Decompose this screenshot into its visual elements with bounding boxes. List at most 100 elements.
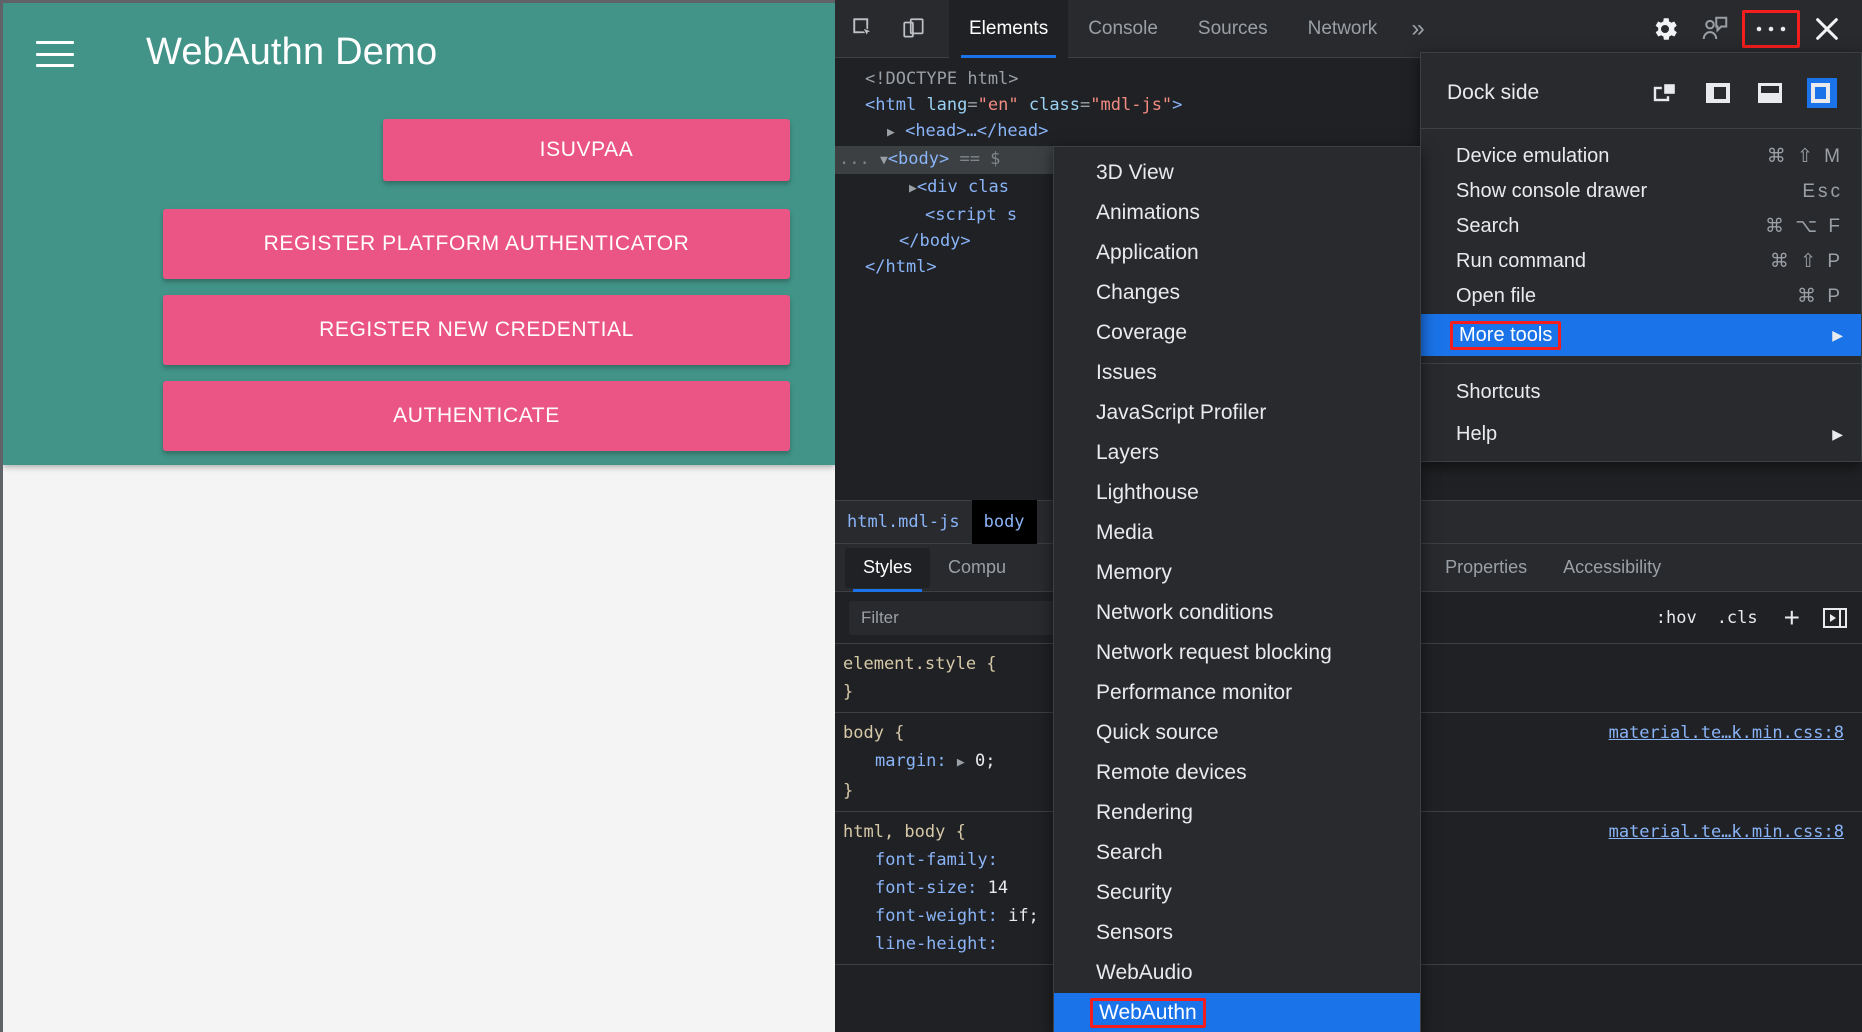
submenu-item-lighthouse[interactable]: Lighthouse [1054,473,1420,513]
lang-attr-name: lang [926,95,968,115]
class-attr-name: class [1028,95,1081,115]
submenu-item-media[interactable]: Media [1054,513,1420,553]
dock-side-options [1651,77,1843,108]
menu-item-more-tools[interactable]: More tools ▶ [1421,314,1861,356]
menu-item-shortcut: ⌘ ⇧ P [1769,251,1843,272]
submenu-item-quick-source[interactable]: Quick source [1054,713,1420,753]
dock-to-right-icon[interactable] [1807,77,1837,108]
tab-accessibility[interactable]: Accessibility [1545,548,1679,588]
submenu-item-label: Coverage [1096,321,1188,344]
submenu-item-label: WebAudio [1096,961,1193,984]
dock-to-left-icon[interactable] [1703,78,1733,108]
html-tag-close: > [1172,95,1183,115]
submenu-item-webaudio[interactable]: WebAudio [1054,953,1420,993]
submenu-item-label: Issues [1096,361,1157,384]
property-name: font-family: [875,850,998,870]
submenu-item-3d-view[interactable]: 3D View [1054,153,1420,193]
authenticate-button[interactable]: AUTHENTICATE [163,381,790,451]
menu-item-device-emulation[interactable]: Device emulation ⌘ ⇧ M [1421,139,1861,174]
show-sidebar-icon[interactable] [1822,606,1848,630]
menu-item-search[interactable]: Search ⌘ ⌥ F [1421,209,1861,244]
menu-item-shortcuts[interactable]: Shortcuts [1421,371,1861,413]
property-name: font-weight: [875,906,998,926]
submenu-item-webauthn[interactable]: WebAuthn [1054,993,1420,1032]
devtools-toolbar: Elements Console Sources Network » [835,0,1862,58]
submenu-item-label: Search [1096,841,1163,864]
submenu-item-animations[interactable]: Animations [1054,193,1420,233]
submenu-item-rendering[interactable]: Rendering [1054,793,1420,833]
expand-triangle-icon[interactable]: ▶ [887,125,895,140]
submenu-item-issues[interactable]: Issues [1054,353,1420,393]
more-tools-submenu: 3D View Animations Application Changes C… [1053,146,1421,1032]
menu-item-help[interactable]: Help ▶ [1421,413,1861,455]
submenu-item-network-conditions[interactable]: Network conditions [1054,593,1420,633]
submenu-item-javascript-profiler[interactable]: JavaScript Profiler [1054,393,1420,433]
inspect-element-icon[interactable] [843,8,885,50]
breadcrumb-item-body[interactable]: body [971,500,1037,544]
submenu-item-sensors[interactable]: Sensors [1054,913,1420,953]
menu-item-shortcut: ⌘ P [1797,286,1843,307]
submenu-item-application[interactable]: Application [1054,233,1420,273]
submenu-item-memory[interactable]: Memory [1054,553,1420,593]
submenu-item-performance-monitor[interactable]: Performance monitor [1054,673,1420,713]
submenu-item-label: Media [1096,521,1154,544]
submenu-item-coverage[interactable]: Coverage [1054,313,1420,353]
menu-item-run-command[interactable]: Run command ⌘ ⇧ P [1421,244,1861,279]
submenu-item-remote-devices[interactable]: Remote devices [1054,753,1420,793]
submenu-item-security[interactable]: Security [1054,873,1420,913]
submenu-item-network-request-blocking[interactable]: Network request blocking [1054,633,1420,673]
hamburger-menu-icon[interactable] [36,41,74,67]
style-source-link[interactable]: material.te…k.min.css:8 [1609,719,1844,747]
page-title: WebAuthn Demo [146,31,438,73]
submenu-item-label: Performance monitor [1096,681,1293,704]
menu-item-show-console-drawer[interactable]: Show console drawer Esc [1421,174,1861,209]
tab-computed[interactable]: Compu [930,548,1024,588]
register-new-credential-button[interactable]: REGISTER NEW CREDENTIAL [163,295,790,365]
collapse-triangle-icon[interactable]: ▼ [880,153,888,168]
undock-into-separate-window-icon[interactable] [1651,78,1681,108]
menu-item-label: Shortcuts [1456,380,1541,403]
submenu-item-label: Changes [1096,281,1181,304]
menu-item-label: Open file [1456,285,1537,307]
submenu-item-label: Quick source [1096,721,1219,744]
submenu-item-search[interactable]: Search [1054,833,1420,873]
menu-item-label: Device emulation [1456,145,1610,167]
hamburger-bar [36,64,74,67]
settings-gear-icon[interactable] [1642,6,1688,52]
property-name: line-height: [875,934,998,954]
breadcrumb-item-html[interactable]: html.mdl-js [835,500,972,544]
element-classes-toggle[interactable]: .cls [1717,608,1758,628]
menu-item-label: Show console drawer [1456,180,1648,202]
expand-triangle-icon[interactable]: ▶ [957,755,965,770]
property-value: if; [1008,906,1039,926]
hover-state-toggle[interactable]: :hov [1656,608,1697,628]
tab-styles[interactable]: Styles [845,547,931,592]
dock-side-label: Dock side [1447,80,1540,104]
menu-item-open-file[interactable]: Open file ⌘ P [1421,279,1861,314]
tab-console[interactable]: Console [1068,0,1178,58]
submenu-item-layers[interactable]: Layers [1054,433,1420,473]
menu-item-label: Help [1456,422,1498,445]
close-icon[interactable] [1804,6,1850,52]
tab-properties[interactable]: Properties [1427,548,1545,588]
register-platform-authenticator-button[interactable]: REGISTER PLATFORM AUTHENTICATOR [163,209,790,279]
submenu-item-label: Layers [1096,441,1160,464]
submenu-item-changes[interactable]: Changes [1054,273,1420,313]
plus-icon[interactable]: + [1784,603,1800,632]
tab-network[interactable]: Network [1288,0,1398,58]
isuvpaa-button[interactable]: ISUVPAA [383,119,790,181]
feedback-icon[interactable] [1692,6,1738,52]
submenu-item-label: JavaScript Profiler [1096,401,1267,424]
menu-item-shortcut: ⌘ ⌥ F [1764,216,1843,237]
menu-item-label: More tools [1450,320,1562,350]
tab-elements[interactable]: Elements [949,0,1069,58]
dock-to-bottom-icon[interactable] [1755,78,1785,108]
tab-sources[interactable]: Sources [1178,0,1288,58]
more-options-icon[interactable] [1742,9,1800,48]
expand-triangle-icon[interactable]: ▶ [909,181,917,196]
submenu-item-label: 3D View [1096,161,1174,184]
submenu-item-label: Rendering [1096,801,1193,824]
device-toolbar-icon[interactable] [893,8,935,50]
style-source-link[interactable]: material.te…k.min.css:8 [1609,818,1844,846]
more-tabs-chevron-icon[interactable]: » [1397,0,1438,58]
